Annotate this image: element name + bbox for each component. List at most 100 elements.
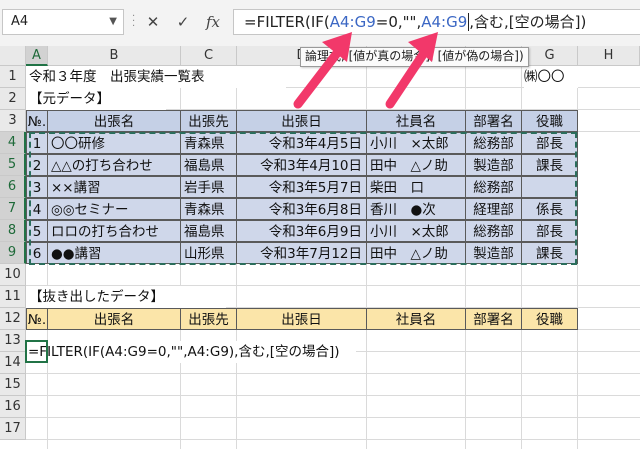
row-header[interactable]: 5	[0, 154, 26, 176]
data-cell[interactable]: 5	[26, 220, 48, 242]
row-header[interactable]: 11	[0, 286, 26, 308]
column-header[interactable]: B	[48, 46, 181, 66]
data-cell[interactable]: 岩手県	[180, 176, 237, 198]
formula-part: ,含む,[空の場合])	[469, 13, 587, 31]
header-cell[interactable]: 部署名	[465, 110, 522, 132]
data-cell[interactable]: 総務部	[465, 220, 522, 242]
chevron-down-icon[interactable]: ▼	[109, 10, 117, 34]
row-header[interactable]: 9	[0, 242, 26, 264]
data-cell[interactable]: 柴田 口	[366, 176, 466, 198]
row-header[interactable]: 12	[0, 308, 26, 330]
cell-editor[interactable]: =FILTER(IF(A4:G9=0,"",A4:G9),含む,[空の場合])	[26, 341, 356, 363]
drag-handle-icon[interactable]: · · ·	[132, 12, 136, 32]
formula-range-ref: A4:G9	[329, 13, 376, 31]
data-cell[interactable]: 令和3年6月8日	[236, 198, 367, 220]
row-header[interactable]: 4	[0, 132, 26, 154]
data-cell[interactable]: 3	[26, 176, 48, 198]
name-box[interactable]: A4 ▼	[2, 9, 124, 35]
header-cell[interactable]: 出張先	[180, 308, 237, 330]
sheet-title[interactable]: 令和３年度 出張実績一覧表	[26, 66, 286, 88]
row-header[interactable]: 15	[0, 374, 26, 396]
data-cell[interactable]: 令和3年5月7日	[236, 176, 367, 198]
data-cell[interactable]: 係長	[521, 198, 578, 220]
data-cell[interactable]: 小川 ×太郎	[366, 132, 466, 154]
header-cell[interactable]: 出張名	[47, 308, 181, 330]
section-label-source[interactable]: 【元データ】	[26, 88, 166, 110]
column-header[interactable]: A	[26, 46, 48, 66]
data-cell[interactable]: ◎◎セミナー	[47, 198, 181, 220]
data-cell[interactable]: 部長	[521, 220, 578, 242]
data-cell[interactable]: ××講習	[47, 176, 181, 198]
section-label-extract[interactable]: 【抜き出したデータ】	[26, 286, 226, 308]
header-cell[interactable]: 社員名	[366, 110, 466, 132]
column-header[interactable]: G	[522, 46, 578, 66]
data-cell[interactable]: 部長	[521, 132, 578, 154]
data-cell[interactable]: 青森県	[180, 198, 237, 220]
formula-range-ref: A4:G9	[421, 13, 468, 31]
data-cell[interactable]: 令和3年6月9日	[236, 220, 367, 242]
header-cell[interactable]: 部署名	[465, 308, 522, 330]
row-header[interactable]: 16	[0, 396, 26, 418]
header-cell[interactable]: 出張名	[47, 110, 181, 132]
row-header[interactable]: 2	[0, 88, 26, 110]
data-cell[interactable]: 山形県	[180, 242, 237, 264]
header-cell[interactable]: 社員名	[366, 308, 466, 330]
data-cell[interactable]: 〇〇研修	[47, 132, 181, 154]
header-cell[interactable]: 出張先	[180, 110, 237, 132]
row-header[interactable]: 6	[0, 176, 26, 198]
formula-input[interactable]: =FILTER(IF(A4:G9=0,"",A4:G9 ,含む,[空の場合])	[233, 9, 640, 35]
header-cell[interactable]: 役職	[521, 308, 578, 330]
data-cell[interactable]: 製造部	[465, 242, 522, 264]
data-cell[interactable]: 青森県	[180, 132, 237, 154]
data-cell[interactable]: 令和3年7月12日	[236, 242, 367, 264]
row-header[interactable]: 10	[0, 264, 26, 286]
row-header[interactable]: 13	[0, 330, 26, 352]
data-cell[interactable]: △△の打ち合わせ	[47, 154, 181, 176]
data-cell[interactable]: 田中 △ノ助	[366, 242, 466, 264]
header-cell[interactable]: №.	[26, 110, 48, 132]
data-cell[interactable]: 課長	[521, 242, 578, 264]
data-cell[interactable]: 4	[26, 198, 48, 220]
row-header[interactable]: 17	[0, 418, 26, 440]
data-cell[interactable]: 令和3年4月10日	[236, 154, 367, 176]
data-cell[interactable]	[521, 176, 578, 198]
data-cell[interactable]: 経理部	[465, 198, 522, 220]
company-name[interactable]: ㈱〇〇	[524, 66, 578, 88]
data-cell[interactable]: 1	[26, 132, 48, 154]
header-cell[interactable]: 出張日	[236, 308, 367, 330]
formula-bar: A4 ▼ · · · ✕ ✓ fx =FILTER(IF(A4:G9=0,"",A4…	[0, 0, 640, 46]
data-cell[interactable]: 総務部	[465, 132, 522, 154]
data-cell[interactable]: 福島県	[180, 220, 237, 242]
data-cell[interactable]: 2	[26, 154, 48, 176]
header-cell[interactable]: 役職	[521, 110, 578, 132]
data-cell[interactable]: 製造部	[465, 154, 522, 176]
data-cell[interactable]: ●●講習	[47, 242, 181, 264]
data-cell[interactable]: 総務部	[465, 176, 522, 198]
formula-part: =FILTER(IF(	[244, 13, 330, 31]
data-cell[interactable]: 小川 ×太郎	[366, 220, 466, 242]
select-all-corner[interactable]	[0, 46, 26, 66]
data-cell[interactable]: 課長	[521, 154, 578, 176]
data-cell[interactable]: 香川 ●次	[366, 198, 466, 220]
column-header[interactable]: H	[578, 46, 640, 66]
row-header[interactable]: 3	[0, 110, 26, 132]
gridline	[26, 395, 640, 396]
data-cell[interactable]: 田中 △ノ助	[366, 154, 466, 176]
data-cell[interactable]: 6	[26, 242, 48, 264]
data-cell[interactable]: 福島県	[180, 154, 237, 176]
data-cell[interactable]: ロロの打ち合わせ	[47, 220, 181, 242]
data-cell[interactable]: 令和3年4月5日	[236, 132, 367, 154]
enter-button[interactable]: ✓	[170, 9, 196, 35]
row-header[interactable]: 8	[0, 220, 26, 242]
row-header[interactable]: 14	[0, 352, 26, 374]
cancel-button[interactable]: ✕	[140, 9, 166, 35]
function-tooltip: 論理式, [値が真の場合], [値が偽の場合])	[300, 47, 529, 67]
header-cell[interactable]: №.	[26, 308, 48, 330]
name-box-value: A4	[11, 14, 29, 29]
row-header[interactable]: 1	[0, 66, 26, 88]
header-cell[interactable]: 出張日	[236, 110, 367, 132]
row-header[interactable]: 7	[0, 198, 26, 220]
gridline	[26, 373, 640, 374]
column-header[interactable]: C	[181, 46, 237, 66]
insert-function-button[interactable]: fx	[200, 9, 226, 35]
